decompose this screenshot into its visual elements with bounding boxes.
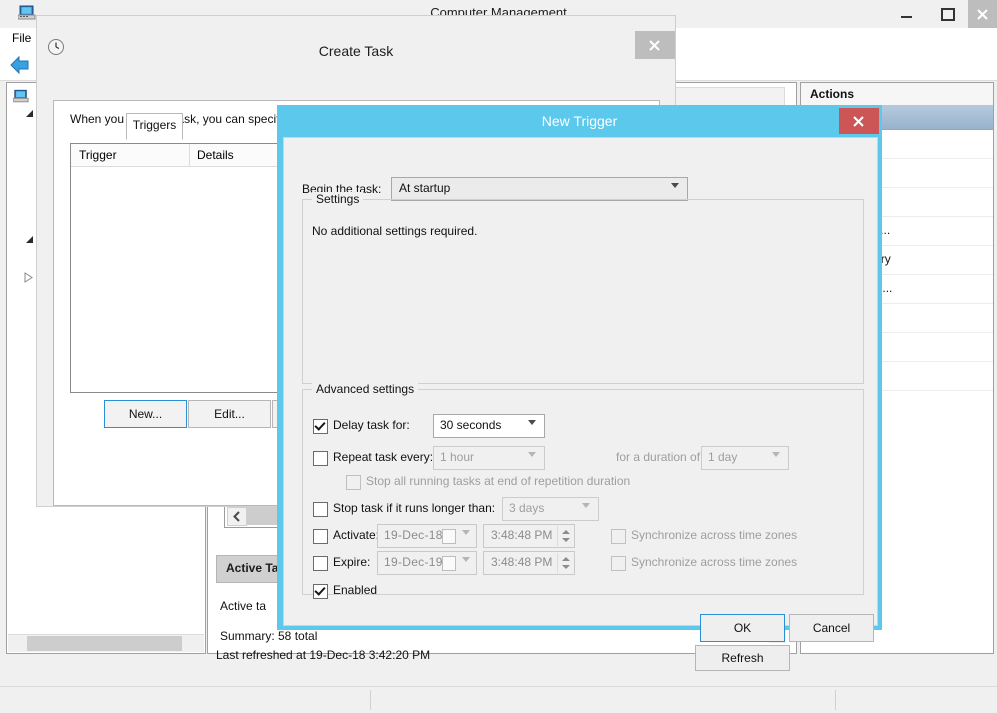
new-trigger-dialog: New Trigger Begin the task: At startup S…	[277, 105, 882, 642]
status-separator-1	[370, 690, 371, 710]
column-divider[interactable]	[189, 144, 190, 166]
tree-expander-open-icon-2[interactable]	[25, 235, 36, 249]
scroll-right-icon[interactable]: chevron-right-icon	[187, 635, 204, 652]
activate-time-spinner[interactable]	[557, 526, 573, 546]
expire-sync-timezones-label: Synchronize across time zones	[631, 555, 798, 569]
stop-all-running-tasks-label: Stop all running tasks at end of repetit…	[366, 474, 631, 488]
activate-sync-timezones-checkbox[interactable]	[611, 529, 626, 544]
advanced-settings-legend: Advanced settings	[312, 382, 419, 396]
activate-date-value: 19-Dec-18	[384, 528, 443, 542]
edit-trigger-button[interactable]: Edit...	[188, 400, 271, 428]
scroll-left-icon[interactable]: chevron-left-icon	[8, 635, 25, 652]
calendar-icon[interactable]	[442, 556, 456, 571]
expire-sync-timezones-checkbox[interactable]	[611, 556, 626, 571]
activate-label: Activate:	[333, 528, 380, 542]
activate-checkbox[interactable]	[313, 529, 328, 544]
delay-task-value: 30 seconds	[440, 418, 502, 432]
chevron-down-icon[interactable]	[772, 452, 780, 457]
activate-date-field[interactable]: 19-Dec-18	[377, 524, 477, 548]
chevron-down-icon[interactable]	[528, 452, 536, 457]
repeat-duration-value: 1 day	[708, 450, 738, 464]
tree-expander-closed-icon[interactable]	[23, 272, 34, 286]
stop-if-longer-dropdown[interactable]: 3 days	[502, 497, 599, 521]
new-trigger-titlebar: New Trigger	[277, 105, 882, 137]
status-bar	[0, 686, 997, 713]
chevron-down-icon[interactable]	[528, 420, 536, 425]
enabled-label: Enabled	[333, 583, 378, 597]
maximize-button[interactable]	[927, 0, 967, 28]
expire-date-field[interactable]: 19-Dec-19	[377, 551, 477, 575]
last-refreshed-text: Last refreshed at 19-Dec-18 3:42:20 PM	[216, 648, 431, 662]
repeat-duration-label: for a duration of:	[616, 450, 704, 464]
repeat-task-label: Repeat task every:	[333, 450, 434, 464]
stop-if-longer-value: 3 days	[509, 501, 545, 515]
activate-sync-timezones-label: Synchronize across time zones	[631, 528, 798, 542]
delay-task-checkbox[interactable]	[313, 419, 328, 434]
expire-time-field[interactable]: 3:48:48 PM	[483, 551, 575, 575]
cancel-button[interactable]: Cancel	[789, 614, 874, 642]
expire-time-value: 3:48:48 PM	[491, 555, 553, 569]
stop-all-running-tasks-checkbox[interactable]	[346, 475, 361, 490]
tree-expander-open-icon[interactable]	[25, 109, 36, 123]
create-task-titlebar: Create Task	[37, 16, 675, 59]
minimize-button[interactable]	[886, 0, 926, 28]
chevron-down-icon[interactable]	[582, 503, 590, 508]
back-arrow-icon[interactable]	[8, 54, 32, 76]
begin-task-dropdown[interactable]: At startup	[391, 177, 688, 201]
repeat-interval-value: 1 hour	[440, 450, 475, 464]
summary-text: Summary: 58 total	[220, 629, 318, 643]
tree-horizontal-scrollbar[interactable]: chevron-left-icon chevron-right-icon	[8, 634, 204, 652]
active-tasks-text: Active ta	[220, 599, 267, 613]
enabled-checkbox[interactable]	[313, 584, 328, 599]
expire-label: Expire:	[333, 555, 371, 569]
new-trigger-body: Begin the task: At startup Settings No a…	[283, 137, 878, 642]
repeat-duration-dropdown[interactable]: 1 day	[701, 446, 789, 470]
delay-task-label: Delay task for:	[333, 418, 410, 432]
refresh-button[interactable]: Refresh	[695, 645, 790, 671]
settings-group-legend: Settings	[312, 192, 364, 206]
menu-item-file[interactable]: File	[12, 31, 31, 45]
activate-time-field[interactable]: 3:48:48 PM	[483, 524, 575, 548]
column-header-trigger[interactable]: Trigger	[79, 148, 117, 162]
delay-task-dropdown[interactable]: 30 seconds	[433, 414, 545, 438]
column-header-details[interactable]: Details	[197, 148, 234, 162]
expire-time-spinner[interactable]	[557, 553, 573, 573]
stop-if-longer-checkbox[interactable]	[313, 502, 328, 517]
expire-date-value: 19-Dec-19	[384, 555, 443, 569]
status-separator-2	[835, 690, 836, 710]
chevron-left-icon[interactable]	[227, 507, 247, 526]
tab-triggers[interactable]: Triggers	[126, 113, 183, 140]
new-trigger-title: New Trigger	[541, 113, 618, 129]
stop-if-longer-label: Stop task if it runs longer than:	[333, 501, 496, 515]
computer-icon	[12, 89, 29, 104]
repeat-interval-dropdown[interactable]: 1 hour	[433, 446, 545, 470]
chevron-down-icon[interactable]	[671, 183, 679, 188]
chevron-down-icon[interactable]	[462, 530, 470, 535]
settings-group-text: No additional settings required.	[312, 224, 478, 238]
close-button[interactable]	[968, 0, 997, 28]
begin-task-value: At startup	[399, 181, 451, 195]
repeat-task-checkbox[interactable]	[313, 451, 328, 466]
new-trigger-button[interactable]: New...	[104, 400, 187, 428]
calendar-icon[interactable]	[442, 529, 456, 544]
actions-header-label: Actions	[810, 87, 855, 101]
scroll-thumb[interactable]	[27, 636, 182, 651]
activate-time-value: 3:48:48 PM	[491, 528, 553, 542]
chevron-down-icon[interactable]	[462, 557, 470, 562]
actions-header: Actions	[801, 83, 993, 106]
ok-button[interactable]: OK	[700, 614, 785, 642]
expire-checkbox[interactable]	[313, 556, 328, 571]
new-trigger-close-button[interactable]	[839, 108, 879, 134]
